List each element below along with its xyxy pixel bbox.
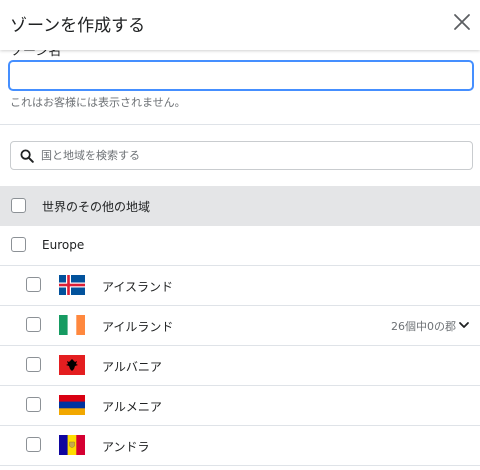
rest-of-world-checkbox[interactable] [11, 198, 26, 213]
europe-checkbox[interactable] [11, 237, 26, 252]
country-search-box[interactable] [10, 141, 473, 170]
region-row-europe[interactable]: Europe [0, 226, 480, 266]
andorra-checkbox[interactable] [26, 437, 41, 452]
armenia-flag-icon [59, 395, 85, 415]
armenia-checkbox[interactable] [26, 397, 41, 412]
modal-title: ゾーンを作成する [10, 16, 146, 36]
modal-header: ゾーンを作成する [0, 0, 480, 50]
country-search-input[interactable] [41, 142, 461, 169]
country-row-andorra[interactable]: アンドラ [0, 426, 480, 466]
zone-name-help-text: これはお客様には表示されません。 [10, 96, 186, 109]
rest-of-world-row[interactable]: 世界のその他の地域 [0, 186, 480, 226]
divider [0, 124, 480, 125]
andorra-flag-icon [59, 435, 85, 455]
country-row-iceland[interactable]: アイスランド [0, 266, 480, 306]
zone-name-input[interactable] [9, 61, 473, 90]
country-row-albania[interactable]: アルバニア [0, 346, 480, 386]
ireland-flag-icon [59, 315, 85, 335]
ireland-checkbox[interactable] [26, 317, 41, 332]
country-name: アルメニア [102, 400, 162, 414]
chevron-down-icon[interactable] [458, 319, 470, 331]
country-name: アイルランド [102, 320, 174, 334]
iceland-flag-icon [59, 275, 85, 295]
albania-flag-icon [59, 355, 85, 375]
country-name: アルバニア [102, 360, 162, 374]
country-name: アイスランド [102, 280, 174, 294]
search-icon [20, 149, 34, 163]
albania-checkbox[interactable] [26, 357, 41, 372]
region-label: Europe [42, 238, 85, 252]
close-icon[interactable] [452, 12, 472, 32]
country-row-armenia[interactable]: アルメニア [0, 386, 480, 426]
country-row-ireland[interactable]: アイルランド 26個中0の郡 [0, 306, 480, 346]
county-count: 26個中0の郡 [391, 320, 456, 333]
rest-of-world-label: 世界のその他の地域 [42, 200, 151, 214]
country-name: アンドラ [102, 440, 150, 454]
iceland-checkbox[interactable] [26, 277, 41, 292]
